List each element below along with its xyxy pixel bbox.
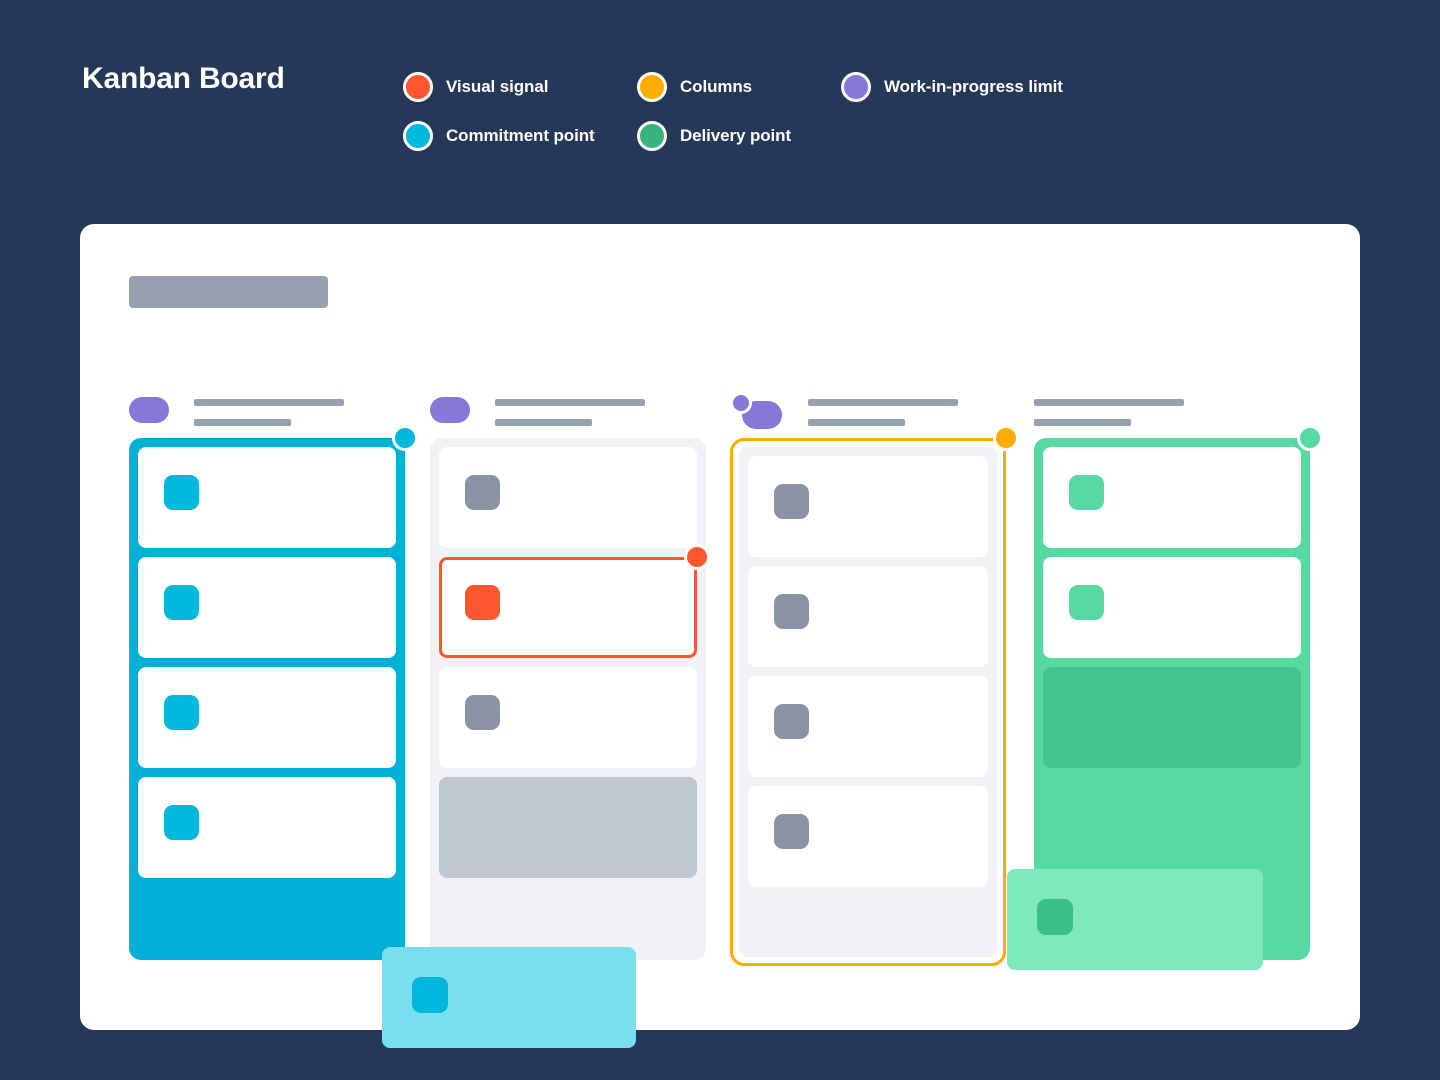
card[interactable] [138,667,396,768]
legend-item-columns: Columns [637,72,752,102]
column-subtitle-placeholder [808,419,905,426]
page-header: Kanban Board Visual signal Columns Work-… [0,0,1440,200]
wip-limit-pill[interactable] [129,397,169,423]
card[interactable] [1043,557,1301,658]
card-chip [774,704,809,739]
commitment-point-dot [392,425,418,451]
legend-label-commitment-point: Commitment point [446,126,595,146]
column-ready-header [430,392,706,438]
card-chip [774,594,809,629]
column-backlog[interactable] [129,392,405,960]
column-ready[interactable] [430,392,706,960]
column-backlog-body [129,438,405,960]
legend-dot-visual-signal [403,72,433,102]
card[interactable] [748,566,988,667]
card-placeholder[interactable] [439,777,697,878]
card[interactable] [138,447,396,548]
legend-item-wip-limit: Work-in-progress limit [841,72,1063,102]
card-chip [412,977,448,1013]
column-backlog-header [129,392,405,438]
legend-item-visual-signal: Visual signal [403,72,548,102]
wip-limit-pill-small[interactable] [730,392,752,414]
delivery-point-dot [1297,425,1323,451]
card[interactable] [138,777,396,878]
kanban-board-panel [80,224,1360,1030]
column-in-progress-header [730,392,1006,438]
legend-item-delivery-point: Delivery point [637,121,791,151]
card-chip [1069,475,1104,510]
card[interactable] [748,456,988,557]
card-chip [164,805,199,840]
column-in-progress-inner [739,447,997,957]
card-chip [1069,585,1104,620]
visual-signal-dot [684,544,710,570]
wip-limit-pill[interactable] [430,397,470,423]
legend-dot-wip-limit [841,72,871,102]
column-ready-frame [430,438,706,960]
column-subtitle-placeholder [194,419,291,426]
column-subtitle-placeholder [495,419,592,426]
dragged-card-cyan[interactable] [382,947,636,1048]
column-title-placeholder [808,399,958,406]
card[interactable] [748,676,988,777]
column-title-placeholder [1034,399,1184,406]
card[interactable] [748,786,988,887]
column-in-progress-frame [730,438,1006,966]
card-chip [465,695,500,730]
column-backlog-frame [129,438,405,960]
card[interactable] [1043,447,1301,548]
column-subtitle-placeholder [1034,419,1131,426]
card-chip [164,695,199,730]
card-chip [465,585,500,620]
card-chip [774,484,809,519]
card-chip [774,814,809,849]
card[interactable] [439,447,697,548]
legend-item-commitment-point: Commitment point [403,121,595,151]
column-done-header [1034,392,1310,438]
page-title: Kanban Board [82,62,285,96]
legend-label-columns: Columns [680,77,752,97]
board-title-placeholder [129,276,328,308]
legend-label-visual-signal: Visual signal [446,77,548,97]
column-in-progress[interactable] [730,392,1006,966]
column-in-progress-body [730,438,1006,966]
card[interactable] [439,667,697,768]
card-blocked[interactable] [439,557,697,658]
legend-dot-delivery-point [637,121,667,151]
dragged-card-green[interactable] [1007,869,1263,970]
legend-label-wip-limit: Work-in-progress limit [884,77,1063,97]
card-chip [465,475,500,510]
card-chip [164,475,199,510]
card[interactable] [138,557,396,658]
legend-label-delivery-point: Delivery point [680,126,791,146]
card-placeholder[interactable] [1043,667,1301,768]
column-ready-body [430,438,706,960]
legend-dot-columns [637,72,667,102]
column-title-placeholder [495,399,645,406]
legend-dot-commitment-point [403,121,433,151]
columns-marker-dot [993,425,1019,451]
column-title-placeholder [194,399,344,406]
card-chip [1037,899,1073,935]
card-chip [164,585,199,620]
